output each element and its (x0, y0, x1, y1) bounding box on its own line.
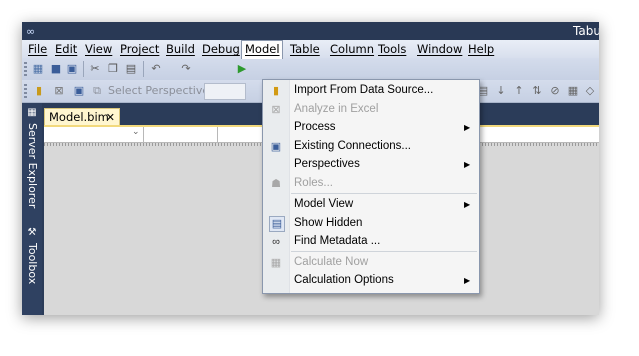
menu-item-calculate-now[interactable]: ▦ Calculate Now (263, 253, 479, 272)
menu-window[interactable]: Window (414, 40, 465, 58)
menu-item-process[interactable]: Process ▶ (263, 118, 479, 137)
menu-project[interactable]: Project (117, 40, 162, 58)
submenu-arrow-icon: ▶ (464, 200, 471, 209)
menu-item-label: Perspectives (294, 158, 360, 170)
submenu-arrow-icon: ▶ (464, 123, 471, 132)
menu-item-label: Process (294, 121, 336, 133)
document-tab-model-bim[interactable]: Model.bim ✕ (44, 108, 120, 125)
menu-item-label: Calculation Options (294, 274, 394, 286)
select-perspective-label: Select Perspective (108, 84, 210, 97)
window-title: Tabu (573, 24, 599, 38)
menu-table[interactable]: Table (287, 40, 323, 58)
server-explorer-icon: ▦ (27, 107, 37, 118)
screenshot: ∞ Tabu File Edit View Project Build Debu… (22, 22, 599, 315)
grid-icon[interactable]: ▦ (566, 84, 580, 98)
menu-item-roles[interactable]: ☗ Roles... (263, 174, 479, 193)
menu-column[interactable]: Column (327, 40, 377, 58)
paste-icon[interactable]: ▤ (124, 62, 138, 76)
toolbar-separator (83, 61, 84, 77)
connection-icon: ▣ (270, 141, 282, 153)
menu-item-label: Import From Data Source... (294, 84, 434, 96)
excel-icon[interactable]: ⊠ (52, 84, 66, 98)
menu-separator (291, 251, 477, 252)
menu-file[interactable]: File (25, 40, 50, 58)
menu-item-label: Calculate Now (294, 256, 369, 268)
copy-icon[interactable]: ❐ (106, 62, 120, 76)
sort-descending-icon[interactable]: ↑ (512, 84, 526, 98)
title-bar: ∞ Tabu (22, 22, 599, 40)
sort-ascending-icon[interactable]: ↓ (494, 84, 508, 98)
database-import-icon: ▮ (272, 85, 280, 97)
menu-build[interactable]: Build (163, 40, 198, 58)
measure-icon[interactable]: ◇ (583, 84, 597, 98)
toolbar-grip[interactable] (24, 84, 27, 98)
binoculars-icon: ∞ (272, 236, 280, 248)
table-selector[interactable]: ⌄ (44, 127, 144, 142)
filter-icon[interactable]: ⊘ (548, 84, 562, 98)
redo-icon[interactable]: ↷ (179, 62, 193, 76)
excel-icon: ⊠ (271, 104, 281, 116)
menu-item-label: Show Hidden (294, 217, 363, 229)
connection-icon[interactable]: ▣ (72, 84, 86, 98)
menu-item-perspectives[interactable]: Perspectives ▶ (263, 155, 479, 174)
model-dropdown-menu: ▮ Import From Data Source... ⊠ Analyze i… (262, 79, 480, 294)
save-icon[interactable]: ■ (49, 62, 63, 76)
menu-item-existing-connections[interactable]: ▣ Existing Connections... (263, 137, 479, 156)
menu-item-show-hidden[interactable]: ▤ Show Hidden (263, 214, 479, 233)
menu-item-label: Analyze in Excel (294, 103, 379, 115)
standard-toolbar: ▦ ■ ▣ ✂ ❐ ▤ ↶ ↷ ▶ (22, 58, 599, 81)
submenu-arrow-icon: ▶ (464, 276, 471, 285)
menu-model[interactable]: Model (241, 40, 283, 59)
menu-tools[interactable]: Tools (375, 40, 409, 58)
menu-debug[interactable]: Debug (199, 40, 243, 58)
clear-sort-icon[interactable]: ⇅ (530, 84, 544, 98)
infinity-logo-icon: ∞ (26, 25, 35, 38)
save-all-icon[interactable]: ▣ (65, 62, 79, 76)
new-project-icon[interactable]: ▦ (31, 62, 45, 76)
toolbar-grip[interactable] (24, 62, 27, 76)
toolbox-tab[interactable]: Toolbox (26, 243, 39, 284)
formula-name-cell[interactable] (144, 127, 218, 142)
perspective-dropdown[interactable] (204, 83, 246, 100)
menu-edit[interactable]: Edit (52, 40, 80, 58)
menu-item-analyze-in-excel[interactable]: ⊠ Analyze in Excel (263, 100, 479, 119)
menu-item-label: Roles... (294, 177, 333, 189)
calculator-icon: ▦ (270, 257, 282, 269)
menu-item-label: Model View (294, 198, 354, 210)
menu-view[interactable]: View (82, 40, 115, 58)
menu-item-import-from-data-source[interactable]: ▮ Import From Data Source... (263, 81, 479, 100)
import-icon[interactable]: ▮ (32, 84, 46, 98)
menu-item-model-view[interactable]: Model View ▶ (263, 195, 479, 214)
menu-help[interactable]: Help (465, 40, 497, 58)
toolbar-separator (143, 61, 144, 77)
cut-icon[interactable]: ✂ (88, 62, 102, 76)
start-debug-icon[interactable]: ▶ (235, 62, 249, 76)
server-explorer-tab[interactable]: Server Explorer (26, 123, 39, 208)
document-tab-label: Model.bim (49, 110, 109, 124)
menu-item-calculation-options[interactable]: Calculation Options ▶ (263, 271, 479, 290)
toolbox-icon: ⚒ (27, 227, 37, 238)
side-tool-rail: ▦ Server Explorer ⚒ Toolbox (22, 103, 42, 315)
close-icon[interactable]: ✕ (106, 109, 115, 126)
undo-icon[interactable]: ↶ (149, 62, 163, 76)
menu-bar: File Edit View Project Build Debug Model… (22, 40, 599, 59)
roles-icon: ☗ (271, 178, 281, 190)
menu-item-label: Existing Connections... (294, 140, 411, 152)
menu-item-label: Find Metadata ... (294, 235, 381, 247)
chevron-down-icon[interactable]: ⌄ (132, 127, 140, 137)
perspective-icon[interactable]: ⧉ (90, 84, 104, 98)
show-hidden-icon: ▤ (269, 216, 285, 232)
submenu-arrow-icon: ▶ (464, 160, 471, 169)
menu-separator (291, 193, 477, 194)
menu-item-find-metadata[interactable]: ∞ Find Metadata ... (263, 232, 479, 251)
